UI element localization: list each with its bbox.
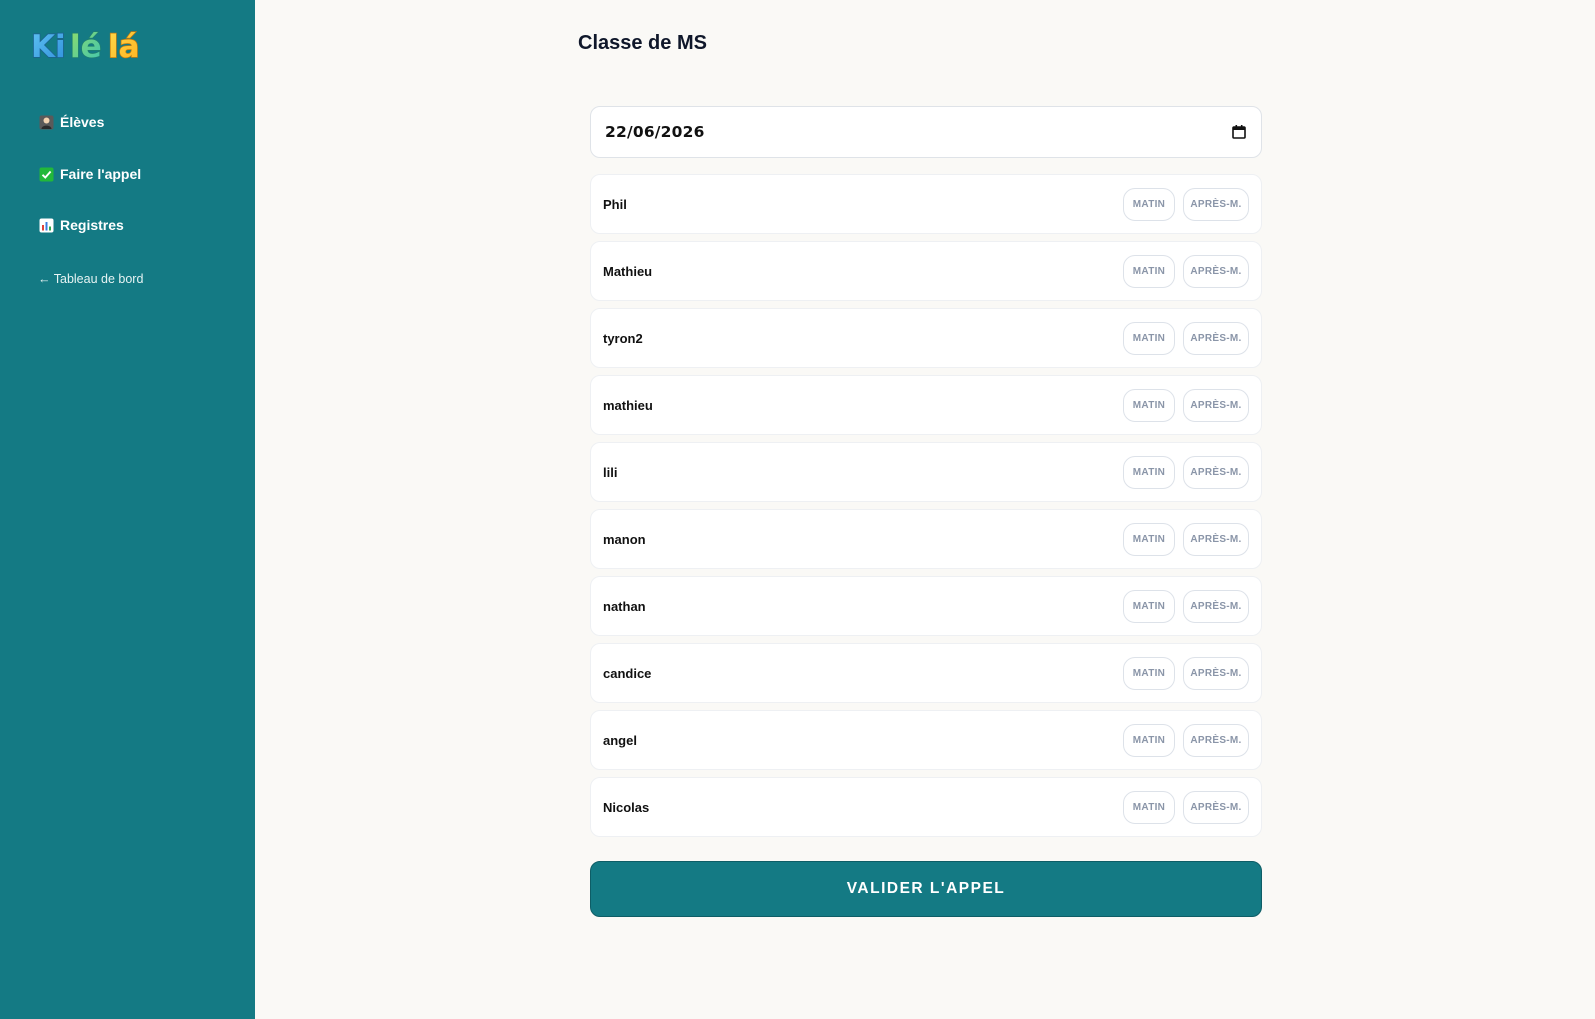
svg-text:Ki: Ki — [31, 29, 66, 65]
date-value: 22/06/2026 — [605, 123, 705, 141]
morning-toggle[interactable]: MATIN — [1123, 723, 1175, 757]
sidebar-item-label: Faire l'appel — [60, 166, 142, 182]
validate-attendance-button[interactable]: VALIDER L'APPEL — [590, 861, 1262, 917]
sidebar-item-label: Élèves — [60, 114, 105, 130]
student-name: lili — [603, 464, 618, 480]
morning-toggle[interactable]: MATIN — [1123, 254, 1175, 288]
student-row: mathieu MATIN APRÈS-M. — [590, 375, 1262, 435]
afternoon-toggle[interactable]: APRÈS-M. — [1183, 723, 1249, 757]
student-name: Phil — [603, 196, 627, 212]
student-row: manon MATIN APRÈS-M. — [590, 509, 1262, 569]
date-input[interactable]: 22/06/2026 — [590, 106, 1262, 158]
sidebar: Ki lé lá Élèves Faire l'appel Registres … — [0, 0, 255, 1019]
student-name: candice — [603, 665, 652, 681]
app-logo[interactable]: Ki lé lá — [30, 22, 148, 66]
svg-text:lá: lá — [108, 29, 140, 65]
student-row: lili MATIN APRÈS-M. — [590, 442, 1262, 502]
student-row: nathan MATIN APRÈS-M. — [590, 576, 1262, 636]
back-to-dashboard-link[interactable]: ← Tableau de bord — [38, 272, 143, 286]
student-row: Phil MATIN APRÈS-M. — [590, 174, 1262, 234]
afternoon-toggle[interactable]: APRÈS-M. — [1183, 388, 1249, 422]
morning-toggle[interactable]: MATIN — [1123, 187, 1175, 221]
morning-toggle[interactable]: MATIN — [1123, 455, 1175, 489]
afternoon-toggle[interactable]: APRÈS-M. — [1183, 656, 1249, 690]
student-name: tyron2 — [603, 330, 643, 346]
sidebar-item-label: Registres — [60, 217, 124, 233]
afternoon-toggle[interactable]: APRÈS-M. — [1183, 589, 1249, 623]
page-title: Classe de MS — [578, 32, 707, 54]
student-row: Mathieu MATIN APRÈS-M. — [590, 241, 1262, 301]
student-name: Mathieu — [603, 263, 653, 279]
morning-toggle[interactable]: MATIN — [1123, 589, 1175, 623]
student-list: Phil MATIN APRÈS-M. Mathieu MATIN APRÈS-… — [590, 174, 1262, 844]
student-name: mathieu — [603, 397, 653, 413]
student-row: candice MATIN APRÈS-M. — [590, 643, 1262, 703]
logo-wordmark: Ki lé lá — [30, 28, 140, 65]
student-row: tyron2 MATIN APRÈS-M. — [590, 308, 1262, 368]
afternoon-toggle[interactable]: APRÈS-M. — [1183, 522, 1249, 556]
morning-toggle[interactable]: MATIN — [1123, 656, 1175, 690]
student-name: nathan — [603, 598, 646, 614]
svg-text:lé: lé — [70, 29, 102, 65]
sidebar-item-registres[interactable]: Registres — [39, 217, 124, 233]
morning-toggle[interactable]: MATIN — [1123, 321, 1175, 355]
student-icon — [39, 115, 54, 130]
student-row: angel MATIN APRÈS-M. — [590, 710, 1262, 770]
afternoon-toggle[interactable]: APRÈS-M. — [1183, 254, 1249, 288]
student-row: Nicolas MATIN APRÈS-M. — [590, 777, 1262, 837]
student-name: manon — [603, 531, 646, 547]
afternoon-toggle[interactable]: APRÈS-M. — [1183, 790, 1249, 824]
sidebar-item-faire-appel[interactable]: Faire l'appel — [39, 166, 141, 182]
afternoon-toggle[interactable]: APRÈS-M. — [1183, 455, 1249, 489]
afternoon-toggle[interactable]: APRÈS-M. — [1183, 187, 1249, 221]
student-name: Nicolas — [603, 799, 650, 815]
sidebar-item-eleves[interactable]: Élèves — [39, 114, 104, 130]
morning-toggle[interactable]: MATIN — [1123, 388, 1175, 422]
calendar-icon[interactable] — [1231, 124, 1247, 140]
student-name: angel — [603, 732, 637, 748]
morning-toggle[interactable]: MATIN — [1123, 522, 1175, 556]
bar-chart-icon — [39, 218, 54, 233]
check-box-icon — [39, 167, 54, 182]
morning-toggle[interactable]: MATIN — [1123, 790, 1175, 824]
afternoon-toggle[interactable]: APRÈS-M. — [1183, 321, 1249, 355]
